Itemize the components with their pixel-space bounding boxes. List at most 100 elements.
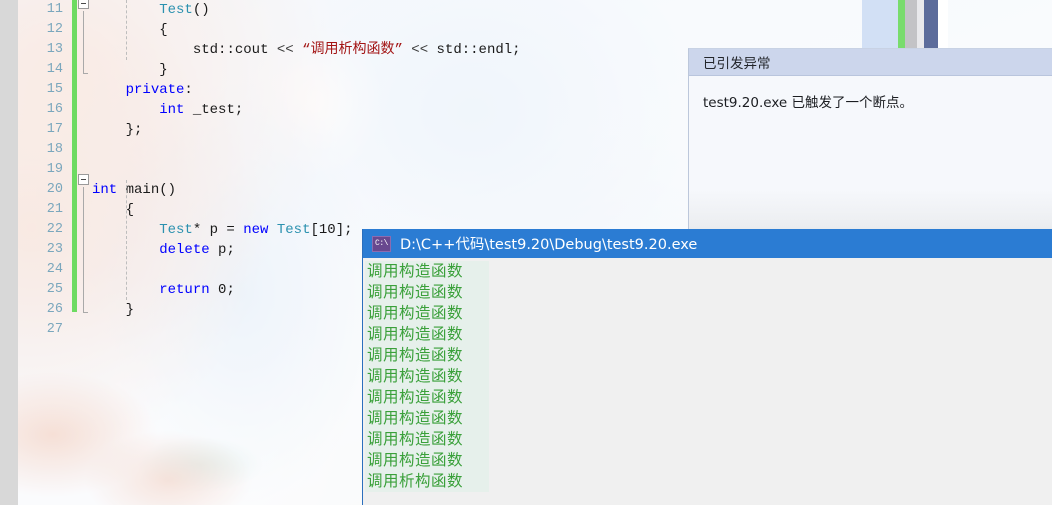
console-output-line: 调用构造函数 — [365, 303, 489, 324]
console-icon: C:\ — [372, 235, 391, 252]
code-token: return — [159, 282, 210, 298]
fold-toggle-constructor[interactable] — [78, 0, 89, 9]
code-token: ; — [226, 282, 235, 298]
line-number: 26 — [46, 302, 63, 317]
line-number: 15 — [46, 82, 63, 97]
line-number: 18 — [46, 142, 63, 157]
code-token: :: — [218, 42, 235, 58]
code-token: std — [192, 42, 219, 58]
line-number: 24 — [46, 262, 63, 277]
exception-dialog-message: test9.20.exe 已触发了一个断点。 — [703, 95, 914, 111]
scrollbar-change-marker — [898, 0, 905, 48]
console-output-line: 调用构造函数 — [365, 408, 489, 429]
editor-left-margin — [0, 0, 18, 505]
code-token: } — [125, 302, 135, 318]
code-line[interactable]: Test() — [92, 0, 892, 20]
scrollbar-track-left — [862, 0, 888, 48]
outlining-column[interactable] — [78, 0, 92, 505]
exception-dialog-title: 已引发异常 — [703, 56, 771, 72]
change-indicator-bar — [72, 0, 77, 312]
console-output-line: 调用析构函数 — [365, 471, 489, 492]
indent-guide-main-body — [125, 180, 127, 300]
screen: 11 12 13 14 15 16 17 18 19 20 21 22 23 24 25 26 27 Test(… — [0, 0, 1052, 505]
console-output-line: 调用构造函数 — [365, 282, 489, 303]
indent-guide-class-body — [125, 0, 127, 60]
code-token: [ — [310, 222, 319, 238]
scrollbar-thumb[interactable] — [924, 0, 938, 48]
fold-bracket-main — [83, 187, 84, 312]
code-token: endl; — [478, 42, 521, 58]
exception-dialog-header: 已引发异常 — [689, 49, 1052, 76]
fold-toggle-main[interactable] — [78, 174, 89, 185]
exception-thrown-dialog[interactable]: 已引发异常 test9.20.exe 已触发了一个断点。 — [688, 48, 1052, 238]
code-token: Test — [159, 2, 193, 18]
line-number: 22 — [46, 222, 63, 237]
console-output-line: 调用构造函数 — [365, 450, 489, 471]
console-output-line: 调用构造函数 — [365, 261, 489, 282]
code-token: { — [125, 202, 135, 218]
code-token: } — [159, 62, 168, 78]
fold-bracket-class-end — [83, 73, 88, 74]
console-title-text: D:\C++代码\test9.20\Debug\test9.20.exe — [400, 237, 698, 253]
fold-bracket-class — [83, 11, 84, 73]
code-token: std — [436, 42, 462, 58]
code-token: new — [243, 222, 269, 238]
code-token: 10 — [318, 222, 336, 238]
line-number-gutter: 11 12 13 14 15 16 17 18 19 20 21 22 23 24 25 26 27 — [18, 0, 70, 505]
line-number: 16 — [46, 102, 63, 117]
code-token: cout — [234, 42, 277, 58]
console-output-line: 调用构造函数 — [365, 345, 489, 366]
code-token: _test; — [184, 102, 244, 118]
line-number: 21 — [46, 202, 63, 217]
code-token: : — [184, 82, 193, 98]
scrollbar-track-background — [888, 0, 898, 48]
console-output-line: 调用构造函数 — [365, 366, 489, 387]
code-token: int — [92, 182, 118, 198]
code-token: << — [276, 42, 303, 58]
console-title-bar[interactable]: C:\ D:\C++代码\test9.20\Debug\test9.20.exe — [363, 229, 1052, 258]
code-token: int — [159, 102, 185, 118]
line-number: 23 — [46, 242, 63, 257]
line-number: 11 — [46, 2, 63, 17]
code-token: * p = — [192, 222, 244, 238]
console-output-line: 调用构造函数 — [365, 324, 489, 345]
fold-bracket-main-end — [83, 312, 88, 313]
line-number: 14 — [46, 62, 63, 77]
scrollbar-map-margin — [905, 0, 917, 48]
console-output-line: 调用构造函数 — [365, 387, 489, 408]
line-number: 20 — [46, 182, 63, 197]
code-token: { — [159, 22, 168, 38]
code-token: Test — [159, 222, 193, 238]
code-token: }; — [125, 122, 143, 138]
line-number: 13 — [46, 42, 63, 57]
debug-console-window[interactable]: C:\ D:\C++代码\test9.20\Debug\test9.20.exe… — [362, 229, 1052, 505]
code-token: private — [125, 82, 185, 98]
code-token: “调用析构函数” — [302, 42, 403, 58]
line-number: 19 — [46, 162, 63, 177]
code-token: << — [402, 42, 437, 58]
exception-dialog-body: test9.20.exe 已触发了一个断点。 — [689, 76, 1052, 238]
code-token: delete — [159, 242, 210, 258]
console-output-area: 调用构造函数 调用构造函数 调用构造函数 调用构造函数 调用构造函数 调用构造函数 调用构造… — [363, 258, 1052, 505]
code-token: :: — [461, 42, 479, 58]
line-number: 27 — [46, 322, 63, 337]
code-line[interactable]: { — [92, 20, 892, 40]
console-output-line: 调用构造函数 — [365, 429, 489, 450]
line-number: 17 — [46, 122, 63, 137]
code-token: Test — [276, 222, 311, 238]
console-icon-glyph: C:\ — [375, 238, 388, 248]
line-number: 25 — [46, 282, 63, 297]
scrollbar-edge — [938, 0, 948, 48]
code-token: ]; — [335, 222, 353, 238]
scrollbar-gap — [917, 0, 924, 48]
code-token: () — [192, 2, 210, 18]
